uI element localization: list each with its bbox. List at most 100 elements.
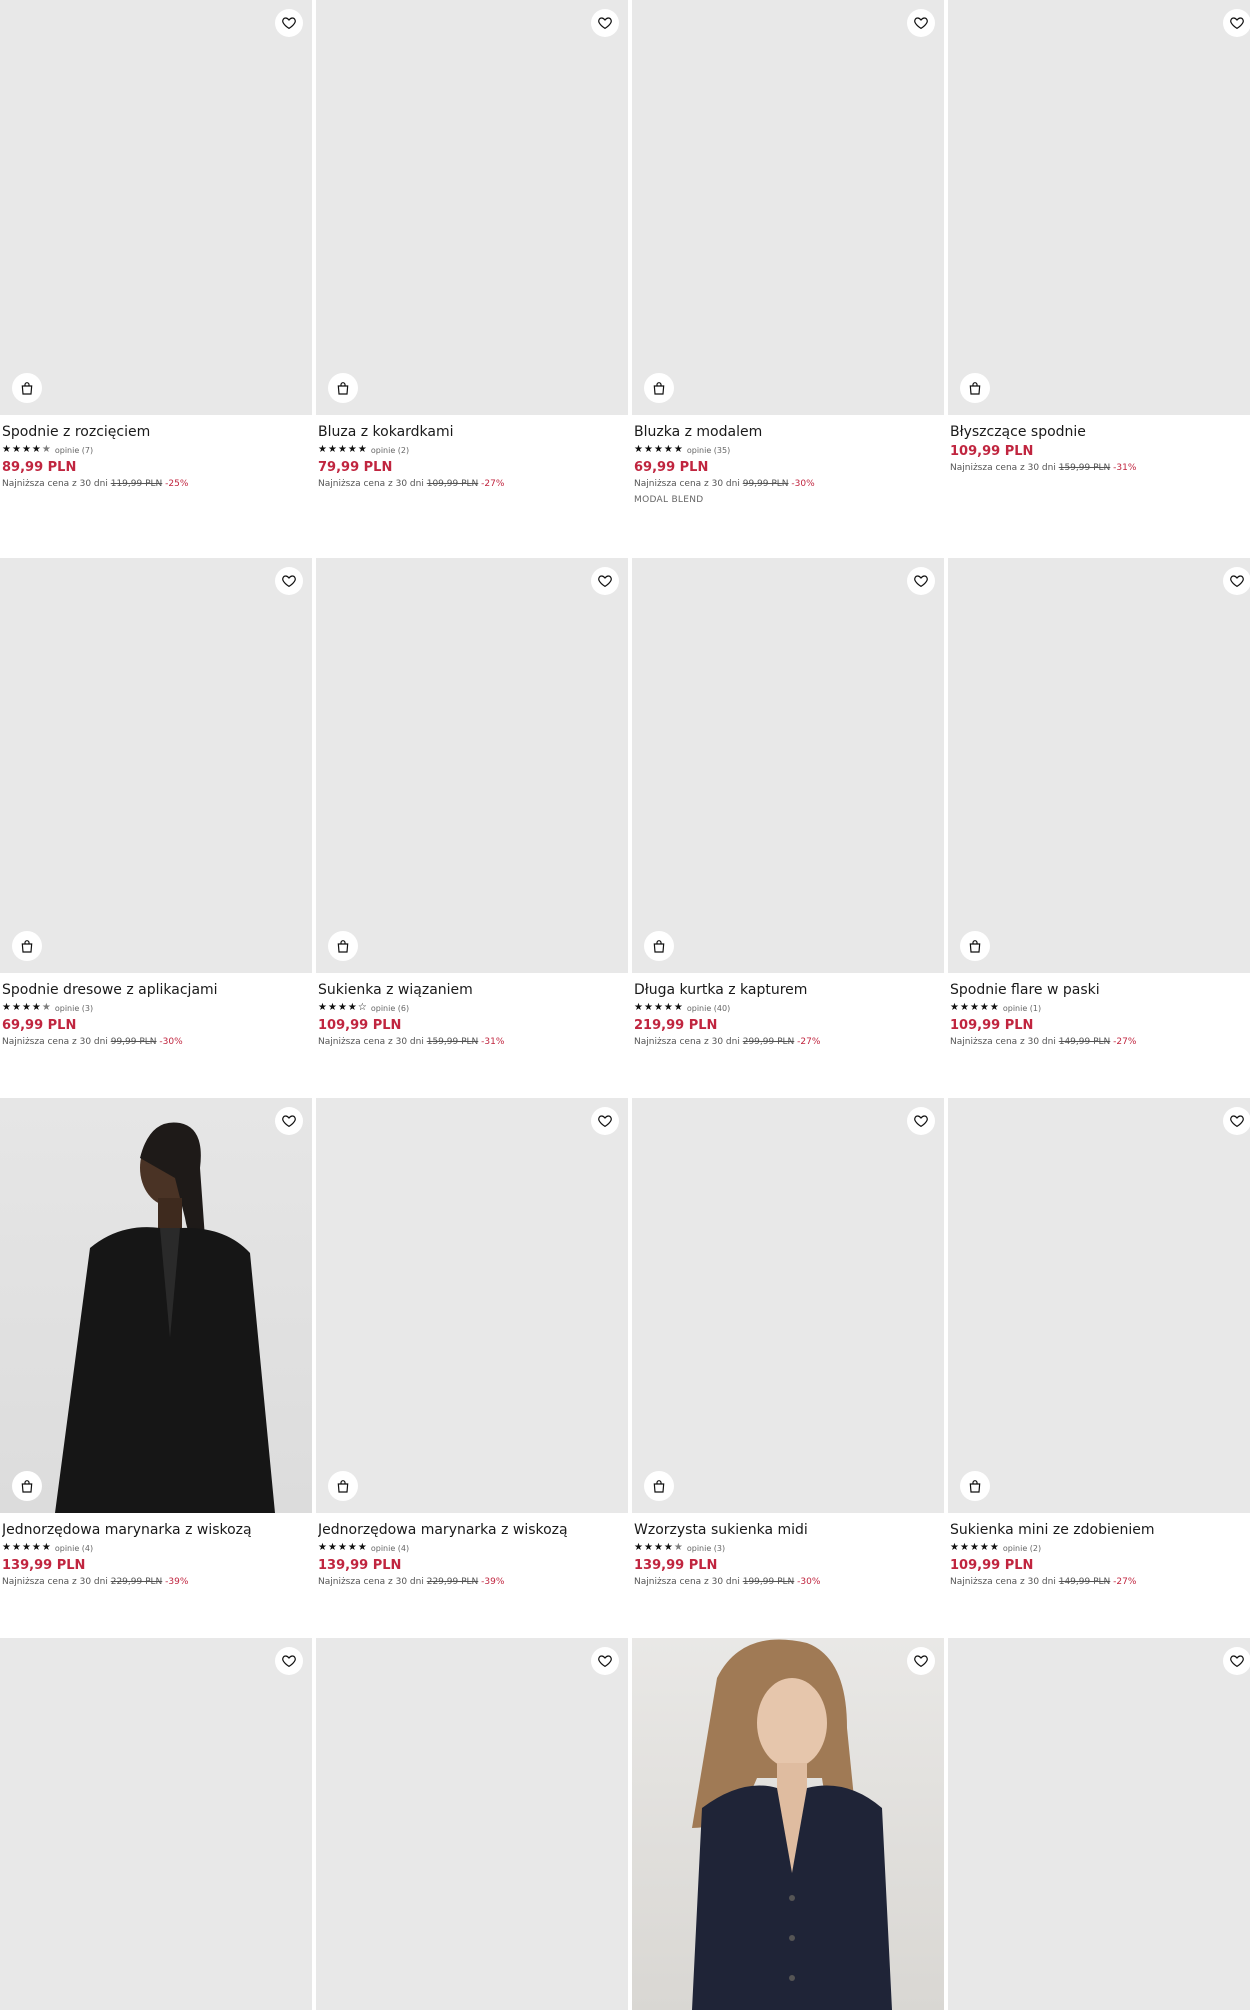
product-image[interactable] xyxy=(316,1638,628,2010)
add-to-cart-button[interactable] xyxy=(644,373,674,403)
add-to-cart-button[interactable] xyxy=(12,373,42,403)
wishlist-button[interactable] xyxy=(1223,567,1250,595)
product-image[interactable] xyxy=(0,1638,312,2010)
wishlist-button[interactable] xyxy=(907,1107,935,1135)
product-name[interactable]: Bluza z kokardkami xyxy=(318,423,626,441)
shopping-bag-icon xyxy=(337,382,349,395)
review-count[interactable]: opinie (35) xyxy=(687,446,730,455)
add-to-cart-button[interactable] xyxy=(644,931,674,961)
review-count[interactable]: opinie (2) xyxy=(1003,1544,1041,1553)
review-count[interactable]: opinie (6) xyxy=(371,1004,409,1013)
product-image[interactable] xyxy=(632,1098,944,1513)
wishlist-button[interactable] xyxy=(907,9,935,37)
shopping-bag-icon xyxy=(21,940,33,953)
product-image[interactable] xyxy=(0,558,312,973)
review-count[interactable]: opinie (40) xyxy=(687,1004,730,1013)
product-image[interactable] xyxy=(316,1098,628,1513)
add-to-cart-button[interactable] xyxy=(328,1471,358,1501)
review-count[interactable]: opinie (4) xyxy=(55,1544,93,1553)
product-image[interactable] xyxy=(632,558,944,973)
star-icon: ★ xyxy=(653,1542,663,1553)
star-icon: ★ xyxy=(643,1542,653,1553)
product-image[interactable] xyxy=(316,0,628,415)
add-to-cart-button[interactable] xyxy=(328,931,358,961)
product-image[interactable] xyxy=(948,0,1250,415)
add-to-cart-button[interactable] xyxy=(328,373,358,403)
product-image[interactable] xyxy=(632,0,944,415)
wishlist-button[interactable] xyxy=(275,1107,303,1135)
product-image[interactable] xyxy=(948,1098,1250,1513)
add-to-cart-button[interactable] xyxy=(12,931,42,961)
review-count[interactable]: opinie (4) xyxy=(371,1544,409,1553)
product-name[interactable]: Jednorzędowa marynarka z wiskozą xyxy=(318,1521,626,1539)
product-image[interactable] xyxy=(0,1098,312,1513)
wishlist-button[interactable] xyxy=(1223,1647,1250,1675)
product-card[interactable]: Spodnie dresowe z aplikacjami ★ ★ ★ ★ ★ opini… xyxy=(0,558,312,1049)
star-icon: ★ xyxy=(653,1002,663,1013)
product-card[interactable]: Jednorzędowa marynarka z wiskozą ★ ★ ★ ★ ★ op… xyxy=(0,1098,312,1589)
product-name[interactable]: Długa kurtka z kapturem xyxy=(634,981,942,999)
wishlist-button[interactable] xyxy=(907,1647,935,1675)
star-icon: ★ xyxy=(31,444,41,455)
wishlist-button[interactable] xyxy=(275,567,303,595)
wishlist-button[interactable] xyxy=(591,1107,619,1135)
product-name[interactable]: Spodnie flare w paski xyxy=(950,981,1250,999)
wishlist-button[interactable] xyxy=(591,567,619,595)
product-image[interactable] xyxy=(948,1638,1250,2010)
product-image[interactable] xyxy=(948,558,1250,973)
add-to-cart-button[interactable] xyxy=(960,931,990,961)
product-card[interactable]: Sukienka z wiązaniem ★ ★ ★ ★ ☆ opinie (6) 109… xyxy=(316,558,628,1049)
product-image[interactable] xyxy=(316,558,628,973)
wishlist-button[interactable] xyxy=(907,567,935,595)
review-count[interactable]: opinie (2) xyxy=(371,446,409,455)
product-card[interactable]: Bluza z kokardkami ★ ★ ★ ★ ★ opinie (2) 79,99… xyxy=(316,0,628,491)
product-card[interactable]: Sukienka mini ze zdobieniem ★ ★ ★ ★ ★ opinie … xyxy=(948,1098,1250,1589)
wishlist-button[interactable] xyxy=(1223,9,1250,37)
product-card[interactable]: Błyszczące spodnie 109,99 PLN Najniższa … xyxy=(948,0,1250,475)
wishlist-button[interactable] xyxy=(275,9,303,37)
add-to-cart-button[interactable] xyxy=(960,1471,990,1501)
product-name[interactable]: Spodnie dresowe z aplikacjami xyxy=(2,981,310,999)
heart-icon xyxy=(598,1655,612,1668)
product-card[interactable]: Wzorzysta sukienka midi ★ ★ ★ ★ ★ opinie (3) … xyxy=(632,1098,944,1589)
star-icon: ★ xyxy=(969,1542,979,1553)
product-name[interactable]: Spodnie z rozcięciem xyxy=(2,423,310,441)
product-image[interactable] xyxy=(0,0,312,415)
add-to-cart-button[interactable] xyxy=(960,373,990,403)
product-card[interactable] xyxy=(0,1638,312,2010)
lowest-price-label: Najniższa cena z 30 dni xyxy=(950,1577,1056,1587)
product-card[interactable]: Bluzka z modalem ★ ★ ★ ★ ★ opinie (35) 69,99 … xyxy=(632,0,944,505)
product-card[interactable] xyxy=(632,1638,944,2010)
product-card[interactable] xyxy=(948,1638,1250,2010)
product-card[interactable]: Spodnie flare w paski ★ ★ ★ ★ ★ opinie (1) 10… xyxy=(948,558,1250,1049)
wishlist-button[interactable] xyxy=(591,1647,619,1675)
review-count[interactable]: opinie (3) xyxy=(687,1544,725,1553)
star-icon: ★ xyxy=(318,1002,327,1013)
product-name[interactable]: Sukienka mini ze zdobieniem xyxy=(950,1521,1250,1539)
wishlist-button[interactable] xyxy=(275,1647,303,1675)
heart-icon xyxy=(282,1115,296,1128)
review-count[interactable]: opinie (7) xyxy=(55,446,93,455)
product-card[interactable]: Długa kurtka z kapturem ★ ★ ★ ★ ★ opinie (40)… xyxy=(632,558,944,1049)
product-name[interactable]: Jednorzędowa marynarka z wiskozą xyxy=(2,1521,310,1539)
lowest-price-label: Najniższa cena z 30 dni xyxy=(634,1577,740,1587)
wishlist-button[interactable] xyxy=(591,9,619,37)
product-name[interactable]: Bluzka z modalem xyxy=(634,423,942,441)
product-name[interactable]: Wzorzysta sukienka midi xyxy=(634,1521,942,1539)
star-icon: ★ xyxy=(318,1542,327,1553)
star-icon: ★ xyxy=(337,1542,347,1553)
wishlist-button[interactable] xyxy=(1223,1107,1250,1135)
product-name[interactable]: Błyszczące spodnie xyxy=(950,423,1250,441)
product-card[interactable] xyxy=(316,1638,628,2010)
discount-badge: -27% xyxy=(1113,1037,1137,1047)
product-card[interactable]: Spodnie z rozcięciem ★ ★ ★ ★ ★ opinie (7) 89,… xyxy=(0,0,312,491)
add-to-cart-button[interactable] xyxy=(12,1471,42,1501)
product-name[interactable]: Sukienka z wiązaniem xyxy=(318,981,626,999)
product-card[interactable]: Jednorzędowa marynarka z wiskozą ★ ★ ★ ★ ★ op… xyxy=(316,1098,628,1589)
review-count[interactable]: opinie (1) xyxy=(1003,1004,1041,1013)
product-image[interactable] xyxy=(632,1638,944,2010)
model-photo xyxy=(692,1639,892,2010)
add-to-cart-button[interactable] xyxy=(644,1471,674,1501)
review-count[interactable]: opinie (3) xyxy=(55,1004,93,1013)
old-price: 149,99 PLN xyxy=(1058,1577,1111,1587)
